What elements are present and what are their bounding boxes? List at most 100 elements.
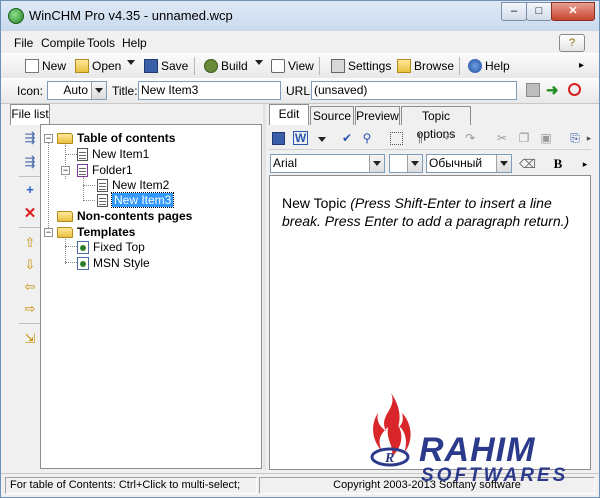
outdent-icon[interactable]: ⇶ [22, 154, 38, 170]
toolbar-overflow-chevron[interactable]: ▸ [579, 58, 584, 74]
help-book-icon[interactable]: ? [559, 34, 585, 52]
build-dropdown-arrow[interactable] [255, 60, 263, 65]
copy-icon[interactable]: ❐ [516, 130, 532, 146]
tree-guide [83, 185, 95, 186]
template-icon [77, 257, 89, 270]
spellcheck-icon[interactable]: ✔ [339, 130, 355, 146]
help-button[interactable]: Help [468, 58, 510, 74]
eraser-icon[interactable]: ⌫ [519, 156, 536, 172]
topic-heading-text: New Topic [282, 195, 351, 211]
tree-node-new-item2[interactable]: New Item2 [97, 178, 169, 193]
tree-guide [83, 177, 84, 201]
move-down-icon[interactable]: ⇩ [22, 257, 38, 273]
paragraph-style-select[interactable]: Обычный [426, 154, 512, 173]
menu-file[interactable]: File [14, 36, 33, 50]
tree-guide [65, 246, 77, 247]
new-button[interactable]: New [25, 58, 66, 74]
tab-preview[interactable]: Preview [355, 106, 400, 125]
open-folder-icon [75, 59, 89, 73]
apply-arrow-icon[interactable]: ➜ [546, 81, 559, 99]
move-left-icon[interactable]: ⇦ [22, 279, 38, 295]
menu-compile[interactable]: Compile [41, 36, 85, 50]
tree-node-toc[interactable]: Table of contents [57, 131, 175, 146]
edit-toolbar: W ✔ ⚲ ¶ ↶ ↷ ✂ ❐ ▣ ⎘ ▸ [269, 127, 591, 150]
browse-button[interactable]: Browse [397, 58, 454, 74]
table-grid-icon[interactable] [390, 132, 403, 145]
menu-tools[interactable]: Tools [87, 36, 115, 50]
folder-icon [57, 227, 73, 238]
tree-node-new-item1[interactable]: New Item1 [77, 147, 149, 162]
cancel-icon[interactable] [568, 83, 581, 96]
expander-templates[interactable]: − [44, 228, 53, 237]
tree-node-non-contents[interactable]: Non-contents pages [57, 209, 192, 224]
maximize-button[interactable]: □ [526, 2, 552, 21]
redo-icon[interactable]: ↷ [462, 130, 478, 146]
expander-folder1[interactable]: − [61, 166, 70, 175]
save-icon[interactable] [272, 132, 285, 145]
clipboard-icon[interactable] [526, 83, 540, 97]
tree-node-folder1[interactable]: Folder1 [77, 163, 133, 178]
view-magnifier-icon [271, 59, 285, 73]
format-toolbar-overflow-chevron[interactable]: ▸ [577, 156, 593, 172]
undo-icon[interactable]: ↶ [441, 130, 457, 146]
open-dropdown-arrow[interactable] [127, 60, 135, 65]
folder-icon [57, 133, 73, 144]
tree-node-templates[interactable]: Templates [57, 225, 135, 240]
build-button[interactable]: Build [204, 58, 248, 74]
tree-node-fixed-top[interactable]: Fixed Top [77, 240, 145, 255]
save-disk-icon [144, 59, 158, 73]
add-icon[interactable]: + [22, 182, 38, 198]
font-size-select[interactable] [389, 154, 423, 173]
move-up-icon[interactable]: ⇧ [22, 235, 38, 251]
view-button[interactable]: View [271, 58, 314, 74]
tab-source[interactable]: Source [310, 106, 354, 125]
editor-content[interactable]: New Topic (Press Shift-Enter to insert a… [282, 194, 582, 230]
status-hint: For table of Contents: Ctrl+Click to mul… [5, 477, 257, 494]
chevron-down-icon [369, 155, 384, 172]
format-toolbar: Arial Обычный ⌫ B ▸ [269, 152, 591, 174]
menu-help[interactable]: Help [122, 36, 147, 50]
panel-splitter[interactable] [263, 104, 266, 470]
file-tree-panel[interactable]: − Table of contents New Item1 − Folder1 … [40, 124, 262, 469]
bold-button[interactable]: B [550, 156, 566, 172]
page-icon [77, 148, 88, 161]
minimize-button[interactable]: – [501, 2, 527, 21]
paragraph-mark-icon[interactable]: ¶ [412, 130, 428, 146]
open-button[interactable]: Open [75, 58, 121, 74]
font-select[interactable]: Arial [270, 154, 385, 173]
close-button[interactable]: ✕ [551, 2, 595, 21]
title-bar[interactable]: WinCHM Pro v4.35 - unnamed.wcp – □ ✕ [1, 1, 599, 31]
move-to-icon[interactable]: ⇲ [22, 331, 38, 347]
title-input[interactable]: New Item3 [138, 81, 281, 100]
paste-icon[interactable]: ▣ [538, 130, 554, 146]
save-button[interactable]: Save [144, 58, 188, 74]
icon-select[interactable]: Auto [47, 81, 107, 100]
url-input[interactable]: (unsaved) [311, 81, 517, 100]
expander-toc[interactable]: − [44, 134, 53, 143]
tree-guide [48, 140, 49, 232]
menu-bar: File Compile Tools Help [1, 33, 599, 53]
find-binoculars-icon[interactable]: ⚲ [359, 130, 375, 146]
tree-node-new-item3[interactable]: New Item3 [97, 192, 175, 208]
app-window: WinCHM Pro v4.35 - unnamed.wcp – □ ✕ Fil… [0, 0, 600, 498]
tab-edit[interactable]: Edit [269, 104, 309, 125]
tree-node-msn-style[interactable]: MSN Style [77, 256, 150, 271]
watermark-badge: R [384, 451, 394, 466]
move-right-icon[interactable]: ⇨ [22, 301, 38, 317]
watermark-subtitle: SOFTWARES [421, 465, 569, 486]
toolbar-separator [319, 57, 320, 75]
tab-topic-options[interactable]: Topic options [401, 106, 471, 141]
tree-tool-strip: ⇶ ⇶ + ✕ ⇧ ⇩ ⇦ ⇨ ⇲ [6, 124, 42, 469]
url-label: URL: [286, 84, 314, 98]
chevron-down-icon [496, 155, 511, 172]
build-gear-icon [204, 59, 218, 73]
edit-toolbar-overflow-chevron[interactable]: ▸ [581, 130, 597, 146]
word-dropdown-arrow[interactable] [318, 137, 326, 142]
indent-icon[interactable]: ⇶ [22, 130, 38, 146]
book-icon [77, 164, 88, 177]
delete-icon[interactable]: ✕ [22, 206, 38, 222]
tab-file-list[interactable]: File list [10, 104, 50, 125]
word-icon[interactable]: W [293, 131, 308, 145]
cut-icon[interactable]: ✂ [494, 130, 510, 146]
settings-button[interactable]: Settings [331, 58, 391, 74]
